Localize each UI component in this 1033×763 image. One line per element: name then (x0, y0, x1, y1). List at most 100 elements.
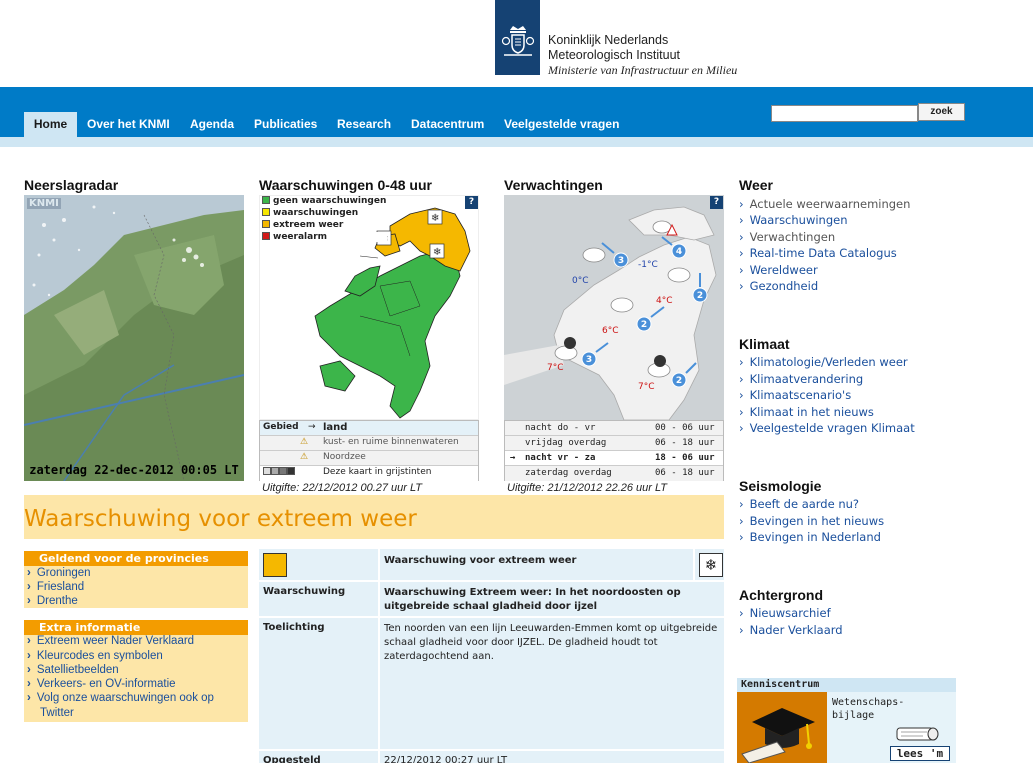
forecast-period-label: nacht do - vr (525, 423, 596, 433)
detail-label-toelichting: Toelichting (259, 618, 380, 751)
nav-veelgestelde-vragen[interactable]: Veelgestelde vragen (504, 117, 619, 131)
detail-value-opgesteld: 22/12/2012 00:27 uur LT (380, 751, 724, 763)
forecast-period-row-active[interactable]: → nacht vr - za 18 - 06 uur (505, 451, 723, 466)
forecast-period-label: zaterdag overdag (525, 468, 612, 478)
forecast-help-button[interactable]: ? (710, 196, 723, 209)
sidebar-link-beeft-de-aarde-nu[interactable]: Beeft de aarde nu? (739, 497, 859, 511)
gebied-noordzee-row[interactable]: ⚠ Noordzee (260, 451, 478, 466)
svg-text:❄: ❄ (431, 213, 439, 224)
sidebar-link-actuele-weerwaarnemingen[interactable]: Actuele weerwaarnemingen (739, 197, 911, 211)
sidebar-link-gezondheid[interactable]: Gezondheid (739, 279, 819, 293)
wind-force-4: 2 (641, 320, 647, 330)
sidebar-seismologie-heading: Seismologie (739, 478, 822, 494)
wind-force-6: 2 (676, 376, 682, 386)
sidebar-link-klimaat-in-het-nieuws[interactable]: Klimaat in het nieuws (739, 405, 874, 419)
forecast-period-row[interactable]: nacht do - vr 00 - 06 uur (505, 421, 723, 436)
sidebar-link-nieuwsarchief[interactable]: Nieuwsarchief (739, 606, 831, 620)
gebied-row[interactable]: Gebied → land (260, 421, 478, 436)
forecast-period-row[interactable]: vrijdag overdag 06 - 18 uur (505, 436, 723, 451)
extra-info-list: Extreem weer Nader Verklaard Kleurcodes … (24, 635, 248, 722)
forecast-temp-4: 6°C (602, 326, 619, 336)
snowflake-icon: ❄ (699, 553, 723, 577)
gebied-kust-label: kust- en ruime binnenwateren (323, 437, 459, 447)
detail-title: Waarschuwing voor extreem weer (380, 549, 695, 582)
search-button[interactable]: zoek (918, 103, 965, 121)
kenniscentrum-heading: Kenniscentrum (737, 678, 956, 692)
province-link-groningen[interactable]: Groningen (27, 567, 91, 579)
extra-link-nader-verklaard[interactable]: Extreem weer Nader Verklaard (27, 635, 194, 647)
gebied-kust-row[interactable]: ⚠ kust- en ruime binnenwateren (260, 436, 478, 451)
forecast-temp-5: 7°C (547, 363, 564, 373)
forecast-period-label: vrijdag overdag (525, 438, 607, 448)
legend-extreem-weer: extreem weer (262, 220, 387, 230)
warnings-heading: Waarschuwingen 0-48 uur (259, 177, 432, 193)
forecast-map[interactable]: 3 4 2 2 3 2 0°C -1°C 4°C 6°C 7°C 7°C (504, 195, 724, 420)
search-input[interactable] (771, 105, 918, 122)
wind-force-1: 3 (618, 256, 624, 266)
warnings-area-table: Gebied → land ⚠ kust- en ruime binnenwat… (259, 420, 479, 481)
wind-force-2: 4 (676, 247, 682, 257)
forecast-period-time: 00 - 06 uur (655, 423, 715, 433)
forecast-period-label: nacht vr - za (525, 453, 596, 463)
lees-m-button[interactable]: lees 'm (890, 746, 950, 761)
forecast-uitgifte: Uitgifte: 21/12/2012 22.26 uur LT (507, 482, 668, 494)
knmi-logo[interactable] (495, 0, 540, 75)
forecast-period-table: nacht do - vr 00 - 06 uur vrijdag overdag… (504, 420, 724, 481)
greyscale-link: Deze kaart in grijstinten (323, 467, 432, 477)
warning-banner-title: Waarschuwing voor extreem weer (24, 506, 417, 532)
nav-home[interactable]: Home (24, 112, 77, 137)
warnings-uitgifte: Uitgifte: 22/12/2012 00.27 uur LT (262, 482, 423, 494)
precipitation-radar-map[interactable]: KNMI (24, 195, 244, 481)
greyscale-toggle[interactable]: Deze kaart in grijstinten (260, 466, 478, 481)
wind-force-5: 3 (586, 355, 592, 365)
legend-waarschuwingen: waarschuwingen (262, 208, 387, 218)
sidebar-link-wereldweer[interactable]: Wereldweer (739, 263, 818, 277)
snowflake-warning-icon-cell: ❄ (695, 549, 724, 582)
nav-publicaties[interactable]: Publicaties (254, 117, 317, 131)
detail-value-toelichting: Ten noorden van een lijn Leeuwarden-Emme… (380, 618, 724, 751)
extra-link-verkeersinfo[interactable]: Verkeers- en OV-informatie (27, 678, 176, 690)
sidebar-link-verwachtingen[interactable]: Verwachtingen (739, 230, 836, 244)
sidebar-link-bevingen-in-het-nieuws[interactable]: Bevingen in het nieuws (739, 514, 885, 528)
extra-link-twitter[interactable]: Volg onze waarschuwingen ook op (27, 692, 214, 704)
org-name-line2: Meteorologisch Instituut (548, 48, 681, 62)
extra-link-kleurcodes[interactable]: Kleurcodes en symbolen (27, 650, 163, 662)
forecast-period-time: 18 - 06 uur (655, 453, 715, 463)
wind-force-3: 2 (697, 291, 703, 301)
graduation-cap-image[interactable] (737, 692, 827, 763)
warnings-help-button[interactable]: ? (465, 196, 478, 209)
sidebar-klimaat-heading: Klimaat (739, 336, 790, 352)
nav-research[interactable]: Research (337, 117, 391, 131)
gebied-label: Gebied (263, 422, 299, 432)
province-link-friesland[interactable]: Friesland (27, 581, 84, 593)
forecast-temp-6: 7°C (638, 382, 655, 392)
radar-watermark: KNMI (27, 198, 61, 209)
nav-agenda[interactable]: Agenda (190, 117, 234, 131)
sidebar-link-klimaatscenarios[interactable]: Klimaatscenario's (739, 388, 852, 402)
legend-geen-waarschuwingen: geen waarschuwingen (262, 196, 387, 206)
nav-over-het-knmi[interactable]: Over het KNMI (87, 117, 170, 131)
sidebar-link-klimatologie[interactable]: Klimatologie/Verleden weer (739, 355, 908, 369)
sidebar-link-veelgestelde-vragen-klimaat[interactable]: Veelgestelde vragen Klimaat (739, 421, 915, 435)
sidebar-achtergrond-heading: Achtergrond (739, 587, 823, 603)
extra-info-heading: Extra informatie (24, 620, 248, 635)
gebied-noordzee-label: Noordzee (323, 452, 366, 462)
warning-triangle-icon: ⚠ (300, 437, 309, 447)
forecast-period-row[interactable]: zaterdag overdag 06 - 18 uur (505, 466, 723, 481)
warning-color-swatch (263, 553, 287, 577)
sidebar-link-klimaatverandering[interactable]: Klimaatverandering (739, 372, 864, 386)
province-link-drenthe[interactable]: Drenthe (27, 595, 78, 607)
scroll-document-icon (893, 722, 943, 747)
extra-link-twitter-line2[interactable]: Twitter (40, 707, 74, 719)
sidebar-link-bevingen-in-nederland[interactable]: Bevingen in Nederland (739, 530, 881, 544)
nav-datacentrum[interactable]: Datacentrum (411, 117, 484, 131)
warning-color-cell (259, 549, 380, 582)
sidebar-link-nader-verklaard[interactable]: Nader Verklaard (739, 623, 843, 637)
warning-detail-table: Waarschuwing voor extreem weer ❄ Waarsch… (259, 549, 724, 763)
sidebar-link-waarschuwingen[interactable]: Waarschuwingen (739, 213, 848, 227)
extra-link-satellietbeelden[interactable]: Satellietbeelden (27, 664, 119, 676)
forecast-heading: Verwachtingen (504, 177, 603, 193)
forecast-temp-1: 0°C (572, 276, 589, 286)
sidebar-link-real-time-data[interactable]: Real-time Data Catalogus (739, 246, 897, 260)
forecast-temp-2: -1°C (638, 260, 658, 270)
